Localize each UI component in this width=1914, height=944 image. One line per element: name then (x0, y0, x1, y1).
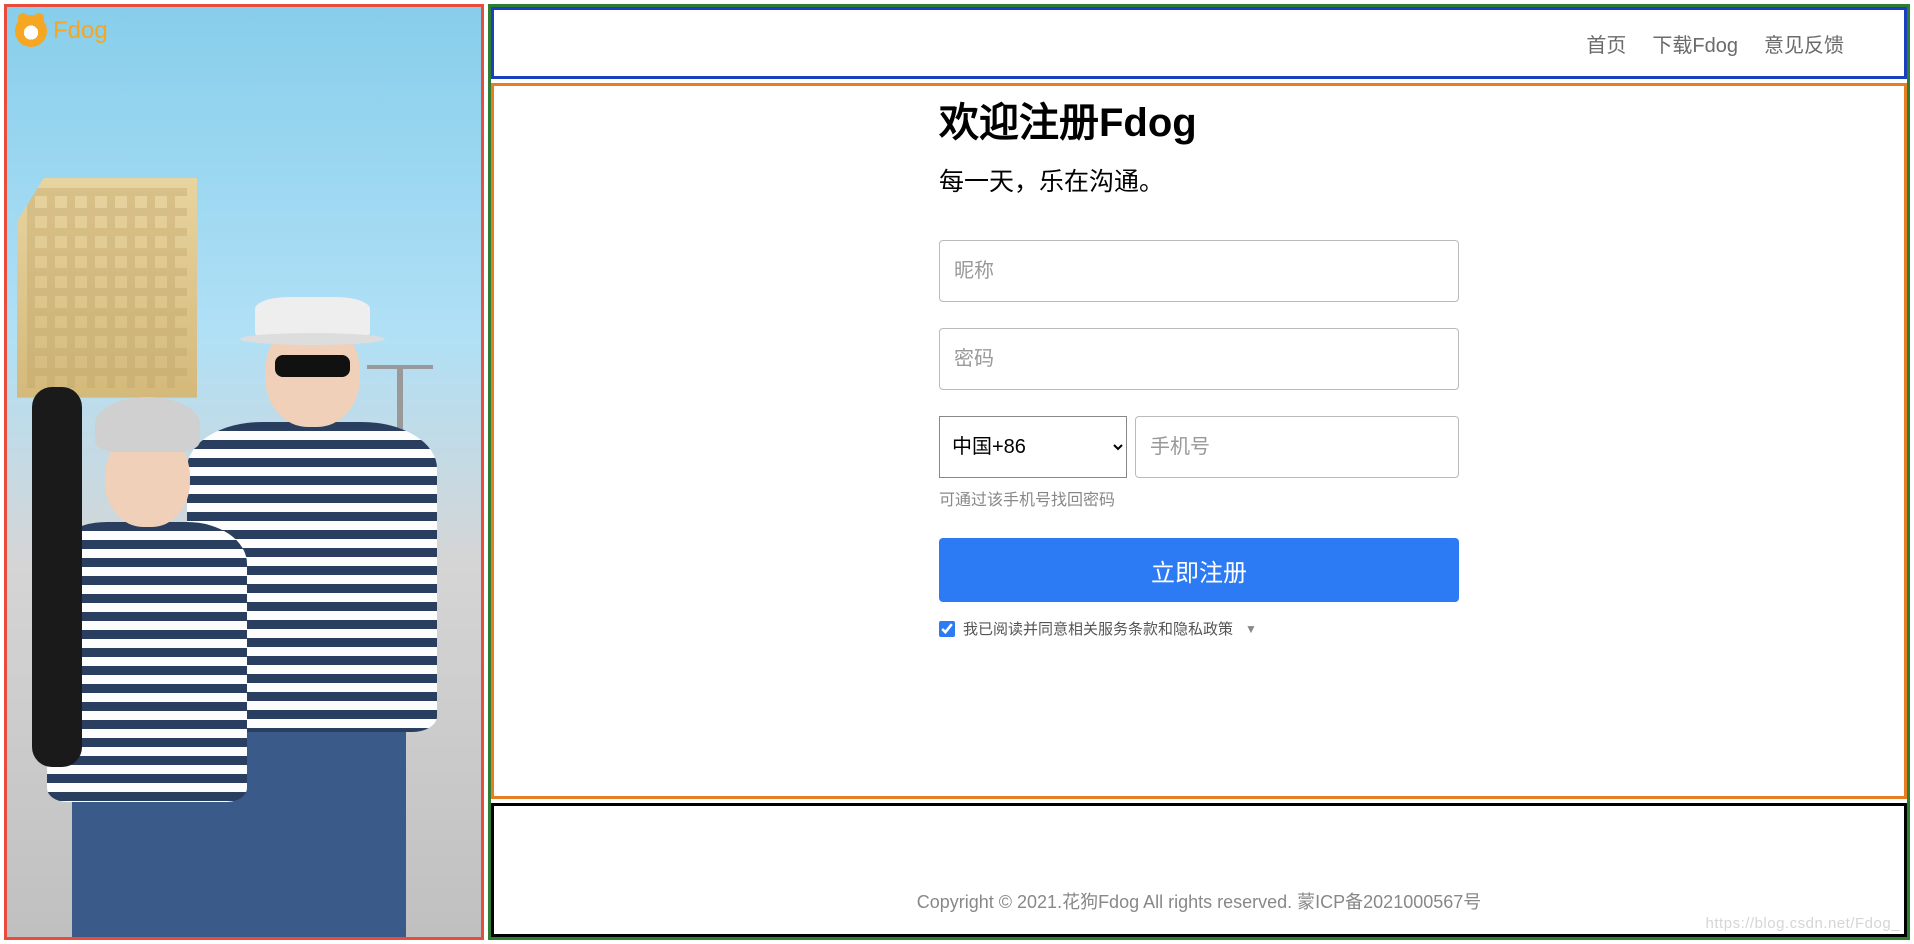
phone-hint: 可通过该手机号找回密码 (939, 486, 1459, 510)
page-title: 欢迎注册Fdog (939, 90, 1459, 148)
nav-download[interactable]: 下载Fdog (1652, 29, 1738, 58)
page-container: Fdog 首页 下载Fdog 意见反馈 欢迎注册 (0, 0, 1914, 944)
fdog-logo-icon (15, 15, 47, 47)
footer: Copyright © 2021.花狗Fdog All rights reser… (491, 803, 1907, 937)
logo-area: Fdog (15, 15, 108, 47)
page-subtitle: 每一天，乐在沟通。 (939, 162, 1459, 198)
phone-row: 中国+86 (939, 416, 1459, 478)
nickname-input[interactable] (939, 240, 1459, 302)
register-form: 欢迎注册Fdog 每一天，乐在沟通。 中国+86 可通过该手机号找回密码 立即注… (939, 90, 1459, 639)
footer-copyright: Copyright © 2021.花狗Fdog All rights reser… (917, 888, 1482, 914)
password-row (939, 328, 1459, 390)
logo-text: Fdog (53, 17, 108, 45)
password-input[interactable] (939, 328, 1459, 390)
top-nav: 首页 下载Fdog 意见反馈 (491, 7, 1907, 79)
nav-home[interactable]: 首页 (1586, 29, 1626, 58)
person-female-graphic (47, 367, 247, 937)
watermark-text: https://blog.csdn.net/Fdog_ (1706, 915, 1900, 932)
agree-text: 我已阅读并同意相关服务条款和隐私政策 (963, 618, 1233, 639)
chevron-down-icon[interactable]: ▼ (1245, 622, 1257, 636)
agree-row: 我已阅读并同意相关服务条款和隐私政策 ▼ (939, 618, 1459, 639)
right-side: 首页 下载Fdog 意见反馈 欢迎注册Fdog 每一天，乐在沟通。 中国+86 (488, 4, 1910, 940)
nickname-row (939, 240, 1459, 302)
main-content: 欢迎注册Fdog 每一天，乐在沟通。 中国+86 可通过该手机号找回密码 立即注… (491, 83, 1907, 799)
left-image-panel: Fdog (4, 4, 484, 940)
building-graphic (17, 178, 197, 398)
hero-photo (7, 7, 481, 937)
agree-checkbox[interactable] (939, 621, 955, 637)
register-button[interactable]: 立即注册 (939, 538, 1459, 602)
nav-feedback[interactable]: 意见反馈 (1764, 29, 1844, 58)
phone-input[interactable] (1135, 416, 1459, 478)
country-code-select[interactable]: 中国+86 (939, 416, 1127, 478)
